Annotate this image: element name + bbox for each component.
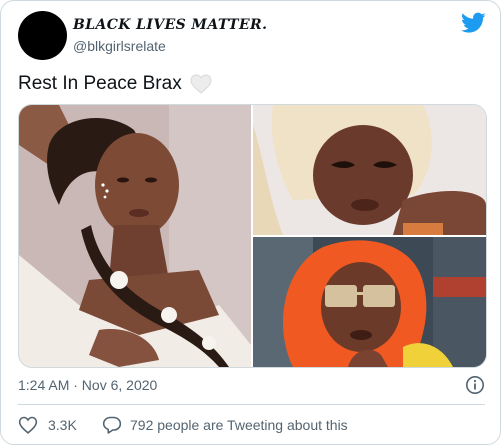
author-display-name[interactable]: BLACK LIVES MATTER. (73, 17, 267, 33)
tweet-text: Rest In Peace Brax (18, 73, 212, 95)
divider (18, 404, 485, 405)
info-icon[interactable] (465, 375, 485, 395)
heart-icon (18, 416, 38, 434)
white-heart-icon (190, 74, 212, 94)
tweet-body: Rest In Peace Brax (18, 73, 182, 94)
avatar[interactable] (18, 11, 67, 60)
photo-portrait-platinum-wig[interactable] (253, 105, 486, 235)
tweeting-about-link[interactable]: 792 people are Tweeting about this (102, 415, 348, 435)
twitter-bird-icon[interactable] (461, 12, 486, 34)
tweet-timestamp[interactable]: 1:24 AM · Nov 6, 2020 (18, 377, 157, 393)
reply-bubble-icon (102, 416, 122, 434)
photo-portrait-braided-hair[interactable] (19, 105, 251, 367)
like-count: 3.3K (48, 417, 77, 433)
tweet-card[interactable]: BLACK LIVES MATTER. @blkgirlsrelate Rest… (0, 0, 501, 445)
media-grid[interactable] (18, 104, 487, 368)
tweeting-about-text: 792 people are Tweeting about this (130, 417, 348, 433)
like-button[interactable]: 3.3K (18, 415, 77, 435)
photo-portrait-orange-hair-glasses[interactable] (253, 237, 486, 367)
author-handle[interactable]: @blkgirlsrelate (73, 38, 166, 54)
